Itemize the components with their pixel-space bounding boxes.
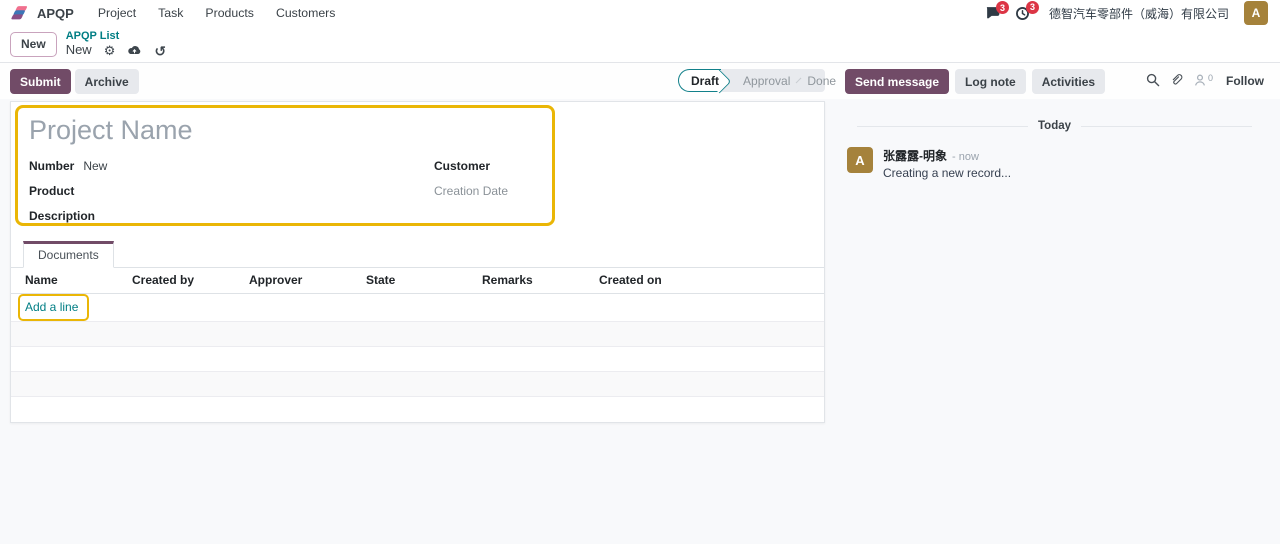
messages-icon[interactable]: 3 — [985, 6, 1000, 20]
log-note-button[interactable]: Log note — [955, 69, 1026, 94]
notebook-tabs: Documents — [11, 241, 824, 268]
follow-button[interactable]: Follow — [1226, 74, 1264, 88]
col-header-remarks: Remarks — [482, 268, 599, 293]
activities-clock-icon[interactable]: 3 — [1015, 6, 1030, 21]
app-logo-icon[interactable] — [8, 3, 30, 23]
tab-documents[interactable]: Documents — [23, 241, 114, 268]
table-row — [11, 371, 824, 396]
archive-button[interactable]: Archive — [75, 69, 139, 94]
cloud-save-icon[interactable] — [127, 45, 142, 56]
customer-field[interactable] — [490, 157, 542, 175]
statusbar-step-approval[interactable]: Approval — [735, 74, 798, 88]
project-name-input[interactable] — [29, 112, 542, 148]
message-author-avatar[interactable]: A — [847, 147, 873, 173]
search-icon[interactable] — [1146, 73, 1160, 87]
onboarding-highlight-box: Number New Product Description Customer — [15, 105, 555, 226]
content-area: Number New Product Description Customer — [0, 99, 1280, 544]
activities-badge: 3 — [1026, 1, 1039, 14]
creation-date-label: Creation Date — [434, 184, 508, 198]
nav-item-customers[interactable]: Customers — [265, 6, 346, 20]
breadcrumb: New APQP List New ⚙ ↺ — [0, 26, 1280, 62]
statusbar: Draft Approval Done — [678, 69, 825, 92]
message-body: Creating a new record... — [883, 166, 1011, 180]
statusbar-step-draft[interactable]: Draft — [678, 69, 721, 92]
breadcrumb-current: New — [66, 43, 92, 57]
activities-button[interactable]: Activities — [1032, 69, 1105, 94]
add-a-line-link[interactable]: Add a line — [25, 300, 78, 314]
main-navbar: APQP Project Task Products Customers 3 — [0, 0, 1280, 26]
description-label: Description — [29, 209, 95, 223]
message-timestamp: - now — [952, 151, 979, 163]
discard-undo-icon[interactable]: ↺ — [154, 44, 166, 58]
top-bar: APQP Project Task Products Customers 3 — [0, 0, 1280, 63]
add-line-row: Add a line — [11, 293, 824, 321]
col-header-state: State — [366, 268, 482, 293]
col-header-created-on: Created on — [599, 268, 824, 293]
messages-badge: 3 — [996, 1, 1009, 14]
chatter-message: A 张露露-明象 - now Creating a new record... — [845, 147, 1264, 180]
followers-icon[interactable]: 0 — [1193, 73, 1213, 87]
paperclip-icon[interactable] — [1169, 72, 1184, 87]
followers-count: 0 — [1208, 73, 1213, 83]
col-header-created-by: Created by — [132, 268, 249, 293]
customer-label: Customer — [434, 159, 490, 173]
form-sheet: Number New Product Description Customer — [10, 101, 825, 423]
onboarding-highlight-add-line: Add a line — [18, 294, 89, 321]
app-brand[interactable]: APQP — [37, 6, 74, 21]
number-label: Number — [29, 159, 74, 173]
send-message-button[interactable]: Send message — [845, 69, 949, 94]
table-row — [11, 321, 824, 346]
table-row — [11, 396, 824, 426]
table-header-row: Name Created by Approver State Remarks C… — [11, 268, 824, 293]
table-row — [11, 346, 824, 371]
nav-item-task[interactable]: Task — [147, 6, 194, 20]
user-avatar[interactable]: A — [1244, 1, 1268, 25]
documents-table: Name Created by Approver State Remarks C… — [11, 268, 824, 426]
chatter-panel: Today A 张露露-明象 - now Creating a new reco… — [845, 99, 1280, 544]
creation-date-field[interactable] — [508, 182, 542, 200]
gear-icon[interactable]: ⚙ — [104, 44, 116, 57]
message-author-name[interactable]: 张露露-明象 — [883, 147, 947, 164]
today-divider: Today — [857, 120, 1252, 132]
product-label: Product — [29, 184, 74, 198]
nav-item-project[interactable]: Project — [87, 6, 147, 20]
main-menu: Project Task Products Customers — [87, 6, 347, 20]
new-button[interactable]: New — [10, 32, 57, 57]
control-panel: Submit Archive Draft Approval Done Send … — [0, 63, 1280, 99]
statusbar-step-done[interactable]: Done — [799, 74, 848, 88]
company-name[interactable]: 德智汽车零部件（威海）有限公司 — [1049, 5, 1229, 22]
number-value[interactable]: New — [83, 159, 107, 173]
col-header-name: Name — [11, 268, 132, 293]
today-label: Today — [1038, 120, 1071, 132]
col-header-approver: Approver — [249, 268, 366, 293]
nav-item-products[interactable]: Products — [194, 6, 265, 20]
submit-button[interactable]: Submit — [10, 69, 71, 94]
breadcrumb-parent-link[interactable]: APQP List — [66, 30, 166, 42]
description-field[interactable] — [95, 207, 434, 225]
product-field[interactable] — [74, 182, 434, 200]
